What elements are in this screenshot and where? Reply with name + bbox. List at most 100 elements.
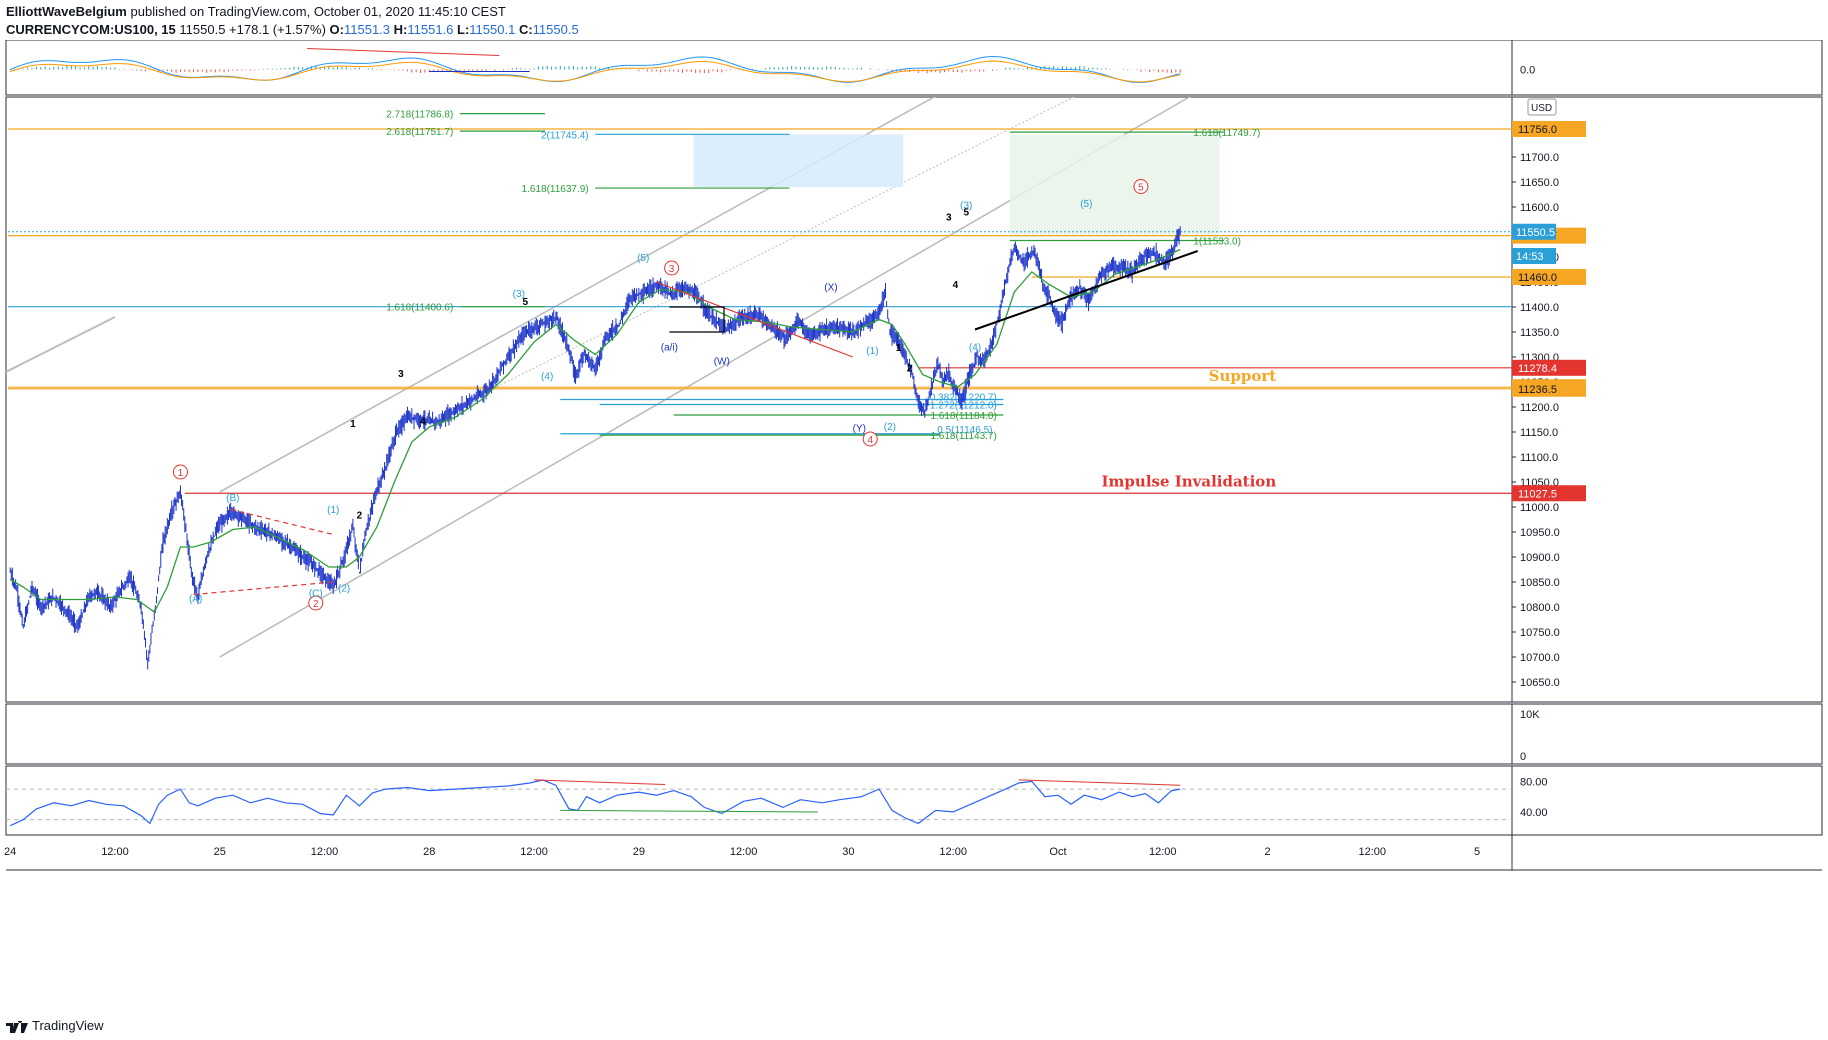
wave-label: (C) bbox=[309, 589, 323, 600]
wave-label: (4) bbox=[969, 343, 981, 354]
wave-label: 1 bbox=[896, 343, 902, 354]
price-badge-label: 11550.5 bbox=[1516, 227, 1555, 239]
wave-label: (W) bbox=[714, 357, 730, 368]
wave-label: (4) bbox=[541, 372, 553, 383]
price-tick-label: 10650.0 bbox=[1520, 677, 1560, 689]
chart-annotation: Impulse Invalidation bbox=[1102, 473, 1277, 491]
publisher-line: ElliottWaveBelgium published on TradingV… bbox=[6, 4, 506, 19]
footer: TradingView bbox=[0, 1012, 1828, 1040]
level-badge-label: 11460.0 bbox=[1518, 272, 1557, 284]
wave-label: (5) bbox=[1080, 199, 1092, 210]
low-label: L: bbox=[457, 22, 470, 37]
level-badge-label: 11027.5 bbox=[1518, 488, 1557, 500]
fib-label: 1.618(11400.6) bbox=[386, 303, 453, 314]
macd-zero-label: 0.0 bbox=[1520, 65, 1535, 77]
time-tick-label: 30 bbox=[842, 846, 854, 858]
fib-label: 1.618(11143.7) bbox=[930, 431, 996, 442]
price-tick-label: 11200.0 bbox=[1520, 402, 1559, 414]
wave-label: (B) bbox=[226, 493, 239, 504]
fib-zone-green[interactable] bbox=[1009, 134, 1220, 238]
wave-label: 1 bbox=[350, 419, 356, 430]
rsi-tick-label: 80.00 bbox=[1520, 776, 1548, 788]
wave-label: 4 bbox=[953, 280, 959, 291]
fib-label: 1.618(11637.9) bbox=[522, 184, 589, 195]
price-badge-label: 14:53 bbox=[1516, 251, 1544, 263]
fib-label: 2.718(11786.8) bbox=[386, 110, 453, 121]
price-tick-label: 10800.0 bbox=[1520, 602, 1560, 614]
time-tick-label: 12:00 bbox=[1359, 846, 1387, 858]
rsi-tick-label: 40.00 bbox=[1520, 807, 1548, 819]
symbol-label[interactable]: CURRENCYCOM:US100, 15 bbox=[6, 22, 176, 37]
fib-label: 1.618(11184.0) bbox=[930, 411, 996, 422]
open-label: O: bbox=[329, 22, 344, 37]
time-tick-label: 12:00 bbox=[101, 846, 129, 858]
wave-label: 4 bbox=[420, 417, 426, 428]
time-tick-label: 12:00 bbox=[939, 846, 967, 858]
time-tick-label: 24 bbox=[4, 846, 16, 858]
wave-label: 5 bbox=[964, 208, 970, 219]
time-tick-label: 28 bbox=[423, 846, 435, 858]
price-tick-label: 11350.0 bbox=[1520, 327, 1559, 339]
high-label: H: bbox=[393, 22, 408, 37]
level-badge-label: 11756.0 bbox=[1518, 124, 1557, 136]
time-tick-label: Oct bbox=[1049, 846, 1066, 858]
wave-label: (2) bbox=[884, 422, 896, 433]
wave-label: (X) bbox=[824, 283, 837, 294]
time-tick-label: 25 bbox=[214, 846, 226, 858]
time-tick-label: 12:00 bbox=[730, 846, 758, 858]
high-value: 11551.6 bbox=[407, 22, 454, 37]
volume-tick-label: 10K bbox=[1520, 709, 1540, 721]
wave-label: 3 bbox=[398, 369, 404, 380]
wave-label: (Y) bbox=[853, 424, 866, 435]
low-value: 11550.1 bbox=[469, 22, 516, 37]
wave-label: 5 bbox=[1138, 183, 1144, 194]
wave-label: 2 bbox=[907, 364, 913, 375]
wave-label: 3 bbox=[946, 213, 952, 224]
price-tick-label: 11100.0 bbox=[1520, 452, 1558, 464]
wave-label: 2 bbox=[357, 511, 363, 522]
wave-label: 2 bbox=[313, 599, 319, 610]
wave-label: 3 bbox=[669, 264, 675, 275]
wave-label: (1) bbox=[327, 505, 339, 516]
price-tick-label: 11000.0 bbox=[1520, 502, 1559, 514]
price-change: +178.1 (+1.57%) bbox=[229, 22, 326, 37]
close-value: 11550.5 bbox=[532, 22, 579, 37]
chart-annotation: Support bbox=[1209, 367, 1277, 385]
ohlc-line: CURRENCYCOM:US100, 15 11550.5 +178.1 (+1… bbox=[6, 22, 579, 37]
fib-label: 2(11745.4) bbox=[541, 130, 589, 141]
fib-zone-blue[interactable] bbox=[693, 134, 903, 188]
wave-label: (a/i) bbox=[661, 343, 678, 354]
fib-label: 2.618(11751.7) bbox=[386, 127, 453, 138]
wave-label: 4 bbox=[867, 435, 873, 446]
chart-header: ElliottWaveBelgium published on TradingV… bbox=[0, 0, 1828, 42]
level-badge-label: 11278.4 bbox=[1518, 363, 1557, 375]
currency-label: USD bbox=[1531, 103, 1552, 114]
brand-label: TradingView bbox=[32, 1018, 104, 1033]
level-badge-label: 11236.5 bbox=[1518, 384, 1557, 396]
fib-label: 1(11533.0) bbox=[1193, 237, 1241, 248]
author-name[interactable]: ElliottWaveBelgium bbox=[6, 4, 127, 19]
time-tick-label: 5 bbox=[1474, 846, 1480, 858]
wave-label: 1 bbox=[178, 468, 184, 479]
volume-tick-label: 0 bbox=[1520, 751, 1526, 763]
price-tick-label: 11400.0 bbox=[1520, 302, 1559, 314]
wave-label: (1) bbox=[866, 346, 878, 357]
fib-label: 1.272(11212.0) bbox=[930, 401, 997, 412]
wave-label: (2) bbox=[338, 584, 350, 595]
price-tick-label: 10950.0 bbox=[1520, 527, 1560, 539]
time-tick-label: 12:00 bbox=[520, 846, 548, 858]
fib-label: 1.618(11749.7) bbox=[1193, 128, 1260, 139]
publish-info: published on TradingView.com, October 01… bbox=[130, 4, 506, 19]
price-tick-label: 10850.0 bbox=[1520, 577, 1560, 589]
wave-label: (5) bbox=[637, 253, 649, 264]
price-chart[interactable]: 2.718(11786.8) 2.618(11751.7) 2(11745.4) 1.… bbox=[0, 40, 1828, 1010]
tradingview-logo[interactable]: TradingView bbox=[6, 1018, 104, 1033]
time-tick-label: 29 bbox=[633, 846, 645, 858]
price-tick-label: 11650.0 bbox=[1520, 177, 1559, 189]
wave-label: (A) bbox=[189, 594, 202, 605]
open-value: 11551.3 bbox=[343, 22, 391, 37]
time-tick-label: 2 bbox=[1264, 846, 1270, 858]
price-tick-label: 10900.0 bbox=[1520, 552, 1560, 564]
time-tick-label: 12:00 bbox=[1149, 846, 1177, 858]
time-tick-label: 12:00 bbox=[311, 846, 339, 858]
